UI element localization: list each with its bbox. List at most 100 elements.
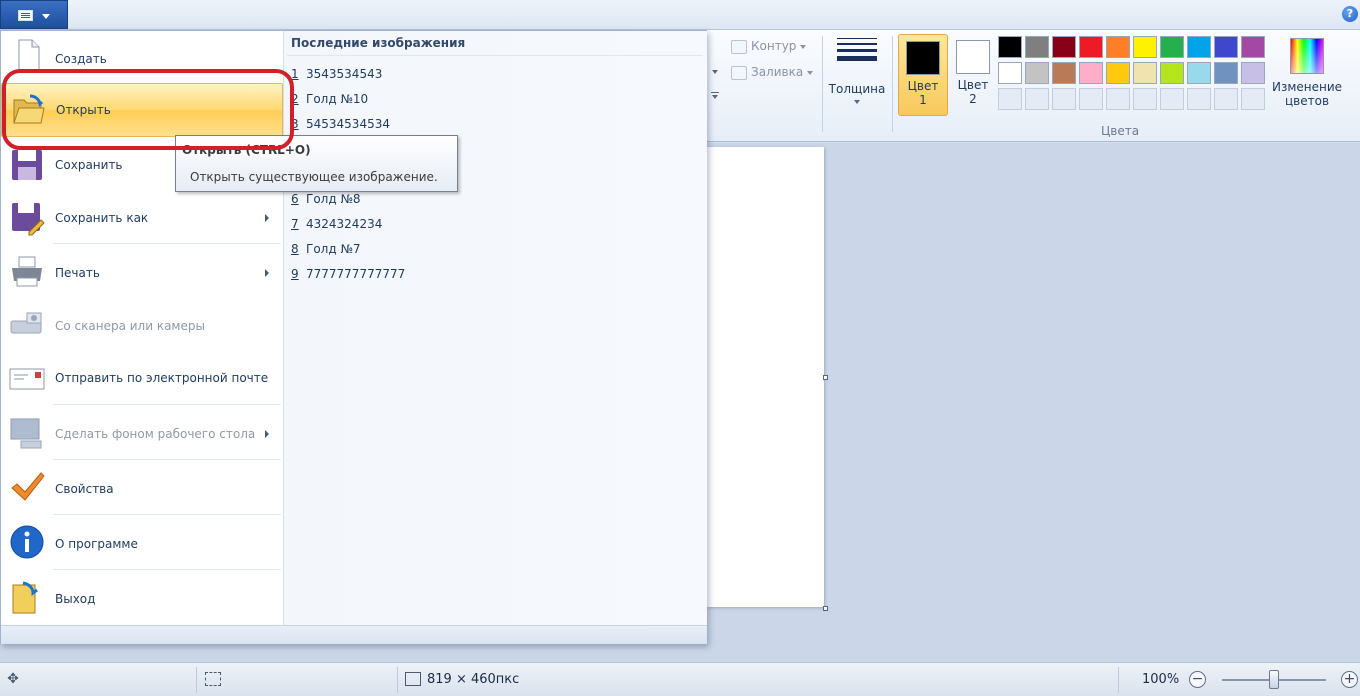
divider bbox=[53, 243, 281, 244]
printer-icon bbox=[12, 256, 42, 287]
menu-commands: Создать Открыть Сохранить Сохранить как … bbox=[1, 31, 284, 625]
palette-color-swatch[interactable] bbox=[1160, 62, 1184, 84]
edit-colors-button[interactable]: Изменение цветов bbox=[1272, 36, 1342, 108]
divider bbox=[287, 55, 703, 56]
palette-empty-slot[interactable] bbox=[1052, 88, 1076, 110]
chevron-down-icon bbox=[800, 44, 807, 49]
help-icon[interactable]: ? bbox=[1342, 6, 1358, 22]
palette-empty-slot[interactable] bbox=[998, 88, 1022, 110]
shapes-scroll[interactable] bbox=[710, 68, 724, 138]
menu-item-label: Сохранить bbox=[55, 158, 123, 172]
divider bbox=[53, 514, 281, 515]
menu-item-email[interactable]: Отправить по электронной почте bbox=[1, 353, 283, 403]
floppy-disk-icon bbox=[12, 150, 42, 180]
recent-item-number: 6 bbox=[291, 192, 299, 206]
image-size-text: 819 × 460пкс bbox=[427, 672, 520, 687]
color2-button[interactable]: Цвет 2 bbox=[948, 34, 998, 116]
palette-empty-slot[interactable] bbox=[1160, 88, 1184, 110]
recent-item[interactable]: 6 Голд №8 bbox=[291, 192, 361, 206]
color1-swatch bbox=[906, 41, 940, 75]
palette-color-swatch[interactable] bbox=[1025, 36, 1049, 58]
palette-color-swatch[interactable] bbox=[1052, 36, 1076, 58]
recent-item[interactable]: 1 3543534543 bbox=[291, 67, 382, 81]
dropdown-arrow-icon bbox=[42, 14, 50, 19]
menu-item-properties[interactable]: Свойства bbox=[1, 463, 283, 513]
palette-color-swatch[interactable] bbox=[1187, 36, 1211, 58]
tooltip-title: Открыть (CTRL+O) bbox=[182, 143, 311, 157]
resize-handle-right[interactable] bbox=[823, 375, 828, 380]
menu-item-new[interactable]: Создать bbox=[1, 33, 283, 83]
zoom-in-button[interactable]: + bbox=[1341, 671, 1358, 688]
menu-item-scanner[interactable]: Со сканера или камеры bbox=[1, 301, 283, 351]
palette-color-swatch[interactable] bbox=[1079, 62, 1103, 84]
drawing-canvas[interactable] bbox=[707, 147, 824, 607]
palette-color-swatch[interactable] bbox=[1241, 36, 1265, 58]
recent-item-name: 54534534534 bbox=[306, 117, 390, 131]
menu-item-label: Печать bbox=[55, 266, 100, 280]
color2-number: 2 bbox=[969, 92, 977, 106]
menu-item-save-as[interactable]: Сохранить как bbox=[1, 194, 283, 242]
palette-empty-slot[interactable] bbox=[1106, 88, 1130, 110]
recent-item-name: 4324324234 bbox=[306, 217, 383, 231]
recent-item[interactable]: 8 Голд №7 bbox=[291, 242, 361, 256]
color2-label: Цвет bbox=[957, 78, 989, 92]
outline-button[interactable]: Контур bbox=[731, 39, 807, 54]
color1-button[interactable]: Цвет 1 bbox=[898, 34, 948, 116]
menu-item-label: Выход bbox=[55, 592, 96, 606]
palette-color-swatch[interactable] bbox=[1052, 62, 1076, 84]
resize-handle-corner[interactable] bbox=[823, 606, 828, 611]
thickness-button[interactable]: Толщина bbox=[828, 36, 886, 104]
palette-color-swatch[interactable] bbox=[1106, 62, 1130, 84]
recent-item[interactable]: 2 Голд №10 bbox=[291, 92, 368, 106]
exit-icon bbox=[12, 581, 38, 614]
palette-color-swatch[interactable] bbox=[1079, 36, 1103, 58]
palette-color-swatch[interactable] bbox=[1241, 62, 1265, 84]
zoom-out-button[interactable]: − bbox=[1189, 671, 1206, 688]
palette-color-swatch[interactable] bbox=[1214, 36, 1238, 58]
recent-item[interactable]: 9 7777777777777 bbox=[291, 267, 405, 281]
chevron-down-icon bbox=[807, 70, 814, 75]
palette-color-swatch[interactable] bbox=[1133, 62, 1157, 84]
menu-item-label: Открыть bbox=[56, 103, 111, 117]
menu-item-set-wallpaper[interactable]: Сделать фоном рабочего стола bbox=[1, 408, 283, 458]
checkmark-icon bbox=[11, 472, 45, 501]
zoom-slider-thumb[interactable] bbox=[1269, 670, 1279, 689]
palette-color-swatch[interactable] bbox=[1160, 36, 1184, 58]
divider bbox=[1118, 667, 1119, 693]
palette-color-swatch[interactable] bbox=[998, 36, 1022, 58]
palette-empty-slot[interactable] bbox=[1214, 88, 1238, 110]
palette-color-swatch[interactable] bbox=[1106, 36, 1130, 58]
menu-item-exit[interactable]: Выход bbox=[1, 573, 283, 623]
paint-menu-button[interactable] bbox=[0, 0, 68, 29]
palette-color-swatch[interactable] bbox=[1187, 62, 1211, 84]
palette-empty-slot[interactable] bbox=[1079, 88, 1103, 110]
recent-item[interactable]: 3 54534534534 bbox=[291, 117, 390, 131]
menu-item-label: Отправить по электронной почте bbox=[55, 371, 269, 385]
palette-color-swatch[interactable] bbox=[1214, 62, 1238, 84]
divider bbox=[196, 667, 197, 693]
submenu-arrow-icon bbox=[265, 269, 269, 277]
palette-empty-slot[interactable] bbox=[1025, 88, 1049, 110]
recent-item-number: 2 bbox=[291, 92, 299, 106]
palette-empty-slot[interactable] bbox=[1241, 88, 1265, 110]
palette-empty-slot[interactable] bbox=[1133, 88, 1157, 110]
palette-color-swatch[interactable] bbox=[998, 62, 1022, 84]
palette-color-swatch[interactable] bbox=[1025, 62, 1049, 84]
recent-images-title: Последние изображения bbox=[291, 36, 466, 50]
fill-button[interactable]: Заливка bbox=[731, 65, 814, 80]
menu-item-print[interactable]: Печать bbox=[1, 247, 283, 297]
recent-item-number: 8 bbox=[291, 242, 299, 256]
recent-item[interactable]: 7 4324324234 bbox=[291, 217, 382, 231]
recent-item-number: 1 bbox=[291, 67, 299, 81]
color1-number: 1 bbox=[919, 93, 927, 107]
tooltip-description: Открыть существующее изображение. bbox=[190, 170, 438, 184]
palette-empty-slot[interactable] bbox=[1187, 88, 1211, 110]
envelope-icon bbox=[9, 368, 45, 390]
fill-label: Заливка bbox=[751, 65, 804, 79]
menu-item-about[interactable]: О программе bbox=[1, 518, 283, 568]
palette-color-swatch[interactable] bbox=[1133, 36, 1157, 58]
color2-swatch bbox=[956, 40, 990, 74]
zoom-level: 100% bbox=[1142, 672, 1180, 687]
thickness-label: Толщина bbox=[828, 82, 886, 96]
menu-item-open[interactable]: Открыть bbox=[1, 83, 283, 137]
